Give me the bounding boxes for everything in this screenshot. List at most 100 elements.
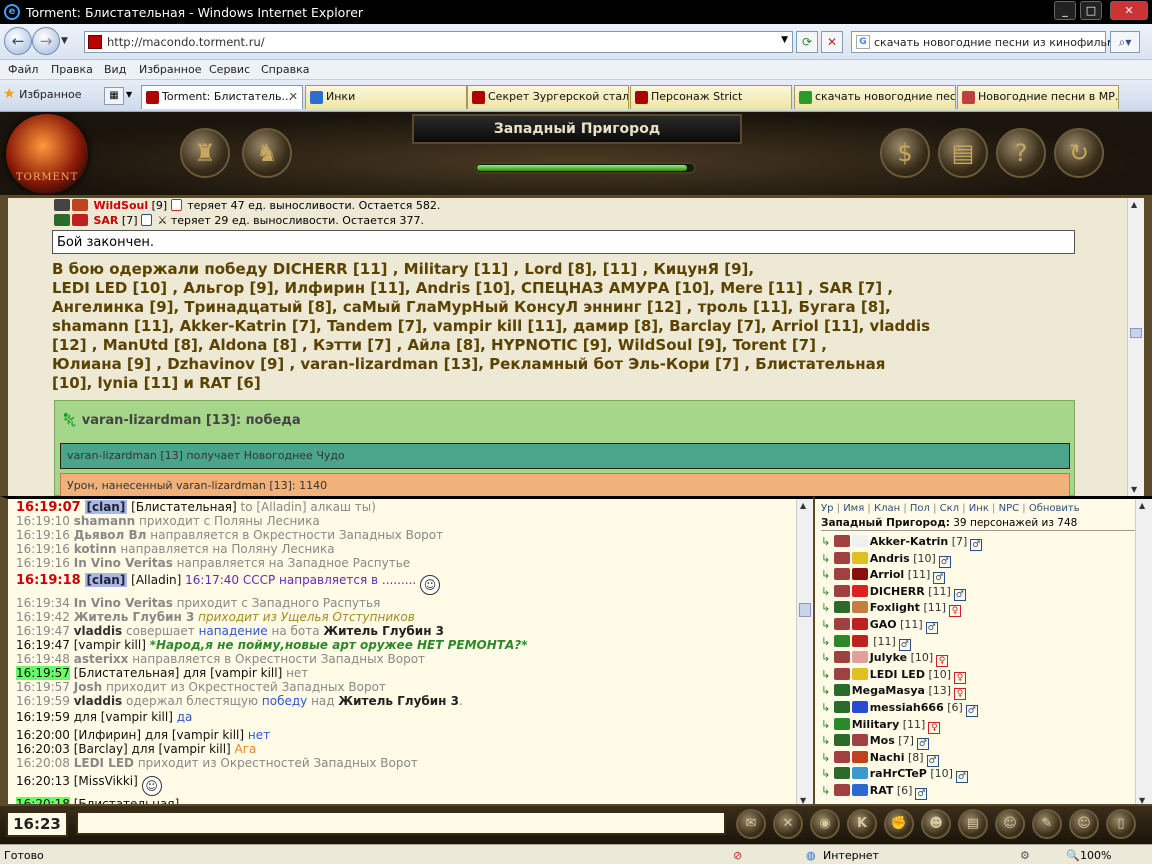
chat-time[interactable]: 16:19:16 — [16, 556, 70, 570]
player-row[interactable]: ↳ DICHERR [11] ♂ — [821, 584, 966, 601]
scroll-icon[interactable]: ▤ — [938, 128, 988, 178]
address-field[interactable]: http://macondo.torment.ru/ ▼ — [84, 31, 793, 53]
player-row[interactable]: ↳ Nachi [8] ♂ — [821, 750, 939, 767]
chat-time[interactable]: 16:19:16 — [16, 528, 70, 542]
player-name[interactable]: GAO — [870, 618, 897, 631]
chat-time[interactable]: 16:19:47 — [16, 638, 70, 652]
male-info-icon[interactable]: ♂ — [965, 705, 978, 717]
private-arrow-icon[interactable]: ↳ — [821, 635, 830, 648]
door-icon[interactable]: ▯ — [1106, 809, 1136, 839]
chat-time[interactable]: 16:19:47 — [16, 624, 70, 638]
chat-time[interactable]: 16:19:59 — [16, 710, 70, 724]
minimize-button[interactable]: _ — [1054, 1, 1076, 20]
wrench-icon[interactable]: ✎ — [1032, 809, 1062, 839]
private-arrow-icon[interactable]: ↳ — [821, 718, 830, 731]
chat-player[interactable]: [Блистательная] ........ — [74, 797, 214, 804]
private-arrow-icon[interactable]: ↳ — [821, 568, 830, 581]
player-name[interactable]: Military — [852, 718, 900, 731]
female-info-icon[interactable]: ♀ — [936, 655, 949, 668]
menu-view[interactable]: Вид — [104, 63, 126, 76]
money-bag-icon[interactable]: $ — [880, 128, 930, 178]
chat-time[interactable]: 16:20:18 — [16, 797, 70, 804]
chat-time[interactable]: 16:19:18 — [16, 573, 81, 588]
browser-tab[interactable]: Секрет Зургерской стали — [467, 85, 629, 109]
player-row[interactable]: ↳ [11] ♂ — [821, 634, 911, 651]
player-name[interactable]: LEDI LED — [870, 668, 925, 681]
player-name[interactable]: raHrCTeP — [870, 767, 927, 780]
female-info-icon[interactable]: ♀ — [954, 671, 967, 684]
player-row[interactable]: ↳ RAT [6] ♂ — [821, 784, 928, 800]
sort-link[interactable]: Инк — [969, 503, 989, 514]
player-name[interactable]: Akker-Katrin — [870, 535, 949, 548]
chat-player[interactable]: shamann — [74, 514, 135, 528]
group-icon[interactable]: ☺ — [995, 809, 1025, 839]
private-arrow-icon[interactable]: ↳ — [821, 601, 830, 614]
refresh-icon[interactable]: ⟳ — [796, 31, 818, 53]
private-arrow-icon[interactable]: ↳ — [821, 585, 830, 598]
private-arrow-icon[interactable]: ↳ — [821, 684, 830, 697]
player-row[interactable]: ↳ Arriol [11] ♂ — [821, 568, 946, 585]
player-name[interactable]: MegaMasya — [852, 684, 925, 697]
chat-time[interactable]: 16:19:34 — [16, 596, 70, 610]
address-dropdown-icon[interactable]: ▼ — [781, 35, 788, 45]
question-icon[interactable]: ? — [996, 128, 1046, 178]
chat-player[interactable]: [Barclay] для [vampir kill] — [74, 742, 235, 756]
chat-player[interactable]: Житель Глубин 3 — [74, 610, 195, 624]
forward-button[interactable]: → — [32, 27, 60, 55]
male-info-icon[interactable]: ♂ — [898, 638, 911, 651]
chat-player[interactable]: [clan] — [84, 573, 128, 587]
player-name[interactable]: Andris — [870, 552, 910, 565]
male-info-icon[interactable]: ♂ — [938, 555, 951, 568]
chat-player[interactable]: [MissVikki] — [74, 774, 142, 788]
player-name[interactable]: Mos — [870, 734, 895, 747]
chat-player[interactable]: In Vino Veritas — [74, 556, 173, 570]
scroll-down-icon[interactable]: ▼ — [1139, 796, 1145, 804]
chat-time[interactable]: 16:19:57 — [16, 666, 70, 680]
private-arrow-icon[interactable]: ↳ — [821, 552, 830, 565]
male-info-icon[interactable]: ♂ — [955, 771, 968, 784]
chat-player[interactable]: [Alladin] — [127, 573, 185, 587]
stop-icon[interactable]: ✕ — [821, 31, 843, 53]
people-icon[interactable]: ☻ — [921, 809, 951, 839]
chat-time[interactable]: 16:20:13 — [16, 774, 70, 788]
female-info-icon[interactable]: ♀ — [954, 688, 967, 701]
private-arrow-icon[interactable]: ↳ — [821, 751, 830, 764]
sort-link[interactable]: Обновить — [1029, 503, 1080, 514]
player-row[interactable]: ↳ MegaMasya [13] ♀ — [821, 684, 967, 701]
chat-player[interactable]: asterixx — [74, 652, 129, 666]
k-icon[interactable]: K — [847, 809, 877, 839]
scroll-thumb[interactable] — [799, 603, 811, 617]
history-dropdown-icon[interactable]: ▼ — [61, 36, 68, 46]
player-row[interactable]: ↳ Mos [7] ♂ — [821, 734, 929, 751]
chat-player[interactable]: [vampir kill] — [74, 638, 150, 652]
browser-tab[interactable]: Torment: Блистатель... ✕ — [141, 85, 303, 109]
chat-player[interactable]: Josh — [74, 680, 102, 694]
chat-time[interactable]: 16:19:59 — [16, 694, 70, 708]
chat-player[interactable]: [Блистательная] — [127, 500, 237, 514]
browser-tab[interactable]: Персонаж Strict — [630, 85, 792, 109]
player-name[interactable]: WildSoul — [94, 199, 149, 212]
player-row[interactable]: ↳ Akker-Katrin [7] ♂ — [821, 535, 983, 551]
chat-time[interactable]: 16:20:08 — [16, 756, 70, 770]
chat-time[interactable]: 16:19:57 — [16, 680, 70, 694]
male-info-icon[interactable]: ♂ — [925, 622, 938, 634]
close-tab-icon[interactable]: ✕ — [289, 90, 298, 103]
private-arrow-icon[interactable]: ↳ — [821, 734, 830, 747]
chat-time[interactable]: 16:19:10 — [16, 514, 70, 528]
player-name[interactable]: Nachi — [870, 751, 905, 764]
search-icon[interactable]: ⌕▾ — [1110, 31, 1140, 53]
chat-player[interactable]: Дьявол Вл — [74, 528, 147, 542]
chat-player[interactable]: [clan] — [84, 500, 128, 514]
male-info-icon[interactable]: ♂ — [933, 572, 946, 585]
browser-tab[interactable]: скачать новогодние пес... — [794, 85, 956, 109]
mask-icon[interactable]: ◉ — [810, 809, 840, 839]
chat-time[interactable]: 16:19:42 — [16, 610, 70, 624]
female-icon[interactable] — [170, 199, 182, 211]
player-row[interactable]: ↳ LEDI LED [10] ♀ — [821, 667, 967, 684]
protected-mode-icon[interactable]: ⚙ — [1020, 849, 1030, 862]
menu-help[interactable]: Справка — [261, 63, 309, 76]
player-name[interactable]: Foxlight — [870, 601, 920, 614]
female-info-icon[interactable]: ♀ — [928, 721, 941, 734]
close-icon[interactable]: ✕ — [773, 809, 803, 839]
close-window-button[interactable]: ✕ — [1110, 1, 1148, 20]
